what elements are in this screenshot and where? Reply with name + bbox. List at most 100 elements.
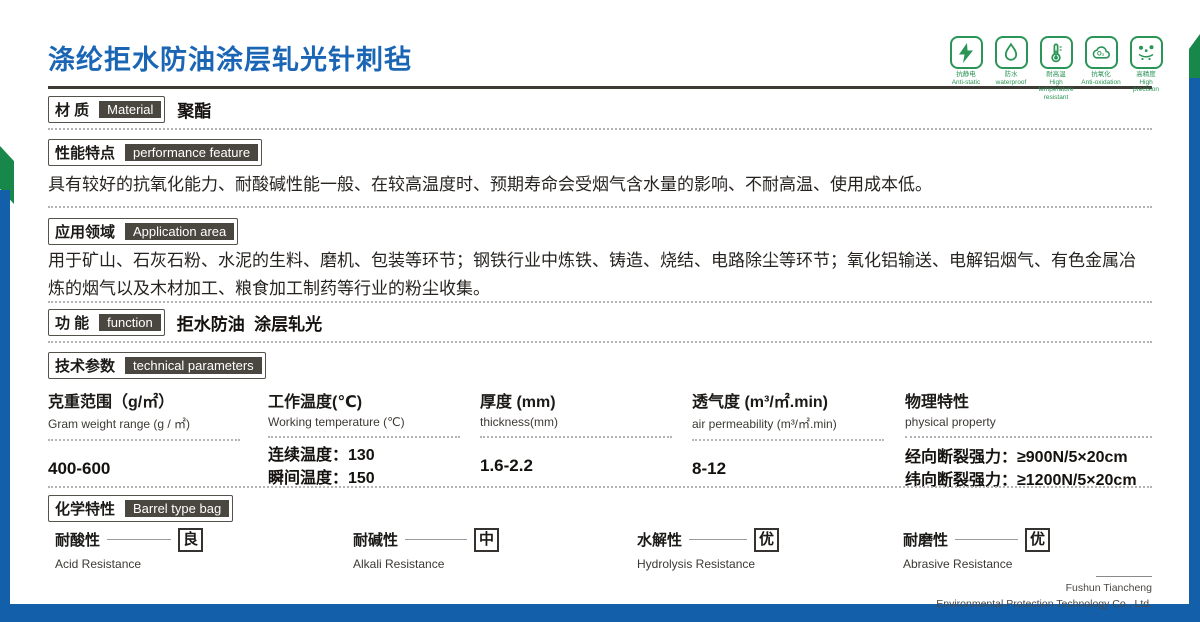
high-precision-icon xyxy=(1129,36,1163,69)
footer-company: Fushun Tiancheng Environmental Protectio… xyxy=(936,581,1152,613)
anti-static-icon xyxy=(949,36,983,69)
feature-icons-row: 抗静电 Anti-static 防水 waterproof 耐高温 High t… xyxy=(946,36,1166,101)
chem-connector-line xyxy=(955,539,1018,541)
tech-value: 1.6-2.2 xyxy=(480,456,533,475)
tech-value: 经向断裂强力：≥900N/5×20cm xyxy=(905,449,1128,466)
feature-label-en: waterproof xyxy=(995,78,1027,86)
feature-label-zh: 抗静电 xyxy=(956,71,976,78)
tech-col-values: 1.6-2.2 xyxy=(480,454,672,479)
tech-col-title: 克重范围（g/㎡） xyxy=(48,394,175,411)
dotted-divider xyxy=(480,436,672,438)
chem-name-en: Alkali Resistance xyxy=(353,556,445,571)
tech-col-title: 物理特性 xyxy=(905,394,970,411)
dotted-divider xyxy=(268,436,460,438)
tech-col-thickness: 厚度 (mm) thickness(mm) 1.6-2.2 xyxy=(480,388,672,479)
feature-high-precision: 高精度 High precision xyxy=(1126,36,1166,101)
tech-col-values: 8-12 xyxy=(692,457,884,482)
chem-grade-badge: 良 xyxy=(177,528,203,552)
chemical-label-zh: 化学特性 xyxy=(55,501,116,518)
tech-col-title: 工作温度(℃) xyxy=(268,394,363,411)
tech-col-subtitle: Working temperature (℃) xyxy=(268,415,405,429)
tech-col-title: 厚度 (mm) xyxy=(480,394,556,411)
tech-value: 400-600 xyxy=(48,459,111,478)
chem-name-en: Acid Resistance xyxy=(55,556,142,571)
footer-divider xyxy=(1096,576,1152,577)
material-value: 聚酯 xyxy=(177,102,212,121)
section-technical: 技术参数 technical parameters xyxy=(48,352,266,379)
technical-label-zh: 技术参数 xyxy=(55,358,116,375)
tech-col-physical-property: 物理特性 physical property 经向断裂强力：≥900N/5×20… xyxy=(905,388,1152,492)
tech-col-gram-weight: 克重范围（g/㎡） Gram weight range (g / ㎡) 400-… xyxy=(48,388,240,482)
chem-name: 水解性 xyxy=(637,532,683,550)
dotted-divider xyxy=(692,439,884,441)
tech-col-subtitle: Gram weight range (g / ㎡) xyxy=(48,417,191,431)
chem-connector-line xyxy=(107,539,171,541)
chem-name: 耐磨性 xyxy=(903,532,949,550)
chem-name: 耐碱性 xyxy=(353,532,399,550)
dotted-divider xyxy=(48,341,1152,343)
right-green-accent xyxy=(1189,34,1200,84)
chemical-label: 化学特性 Barrel type bag xyxy=(48,495,234,522)
tech-col-air-permeability: 透气度 (m³/㎡.min) air permeability (m³/㎡.mi… xyxy=(692,388,884,482)
application-text: 用于矿山、石灰石粉、水泥的生料、磨机、包装等环节；钢铁行业中炼铁、铸造、烧结、电… xyxy=(48,251,1136,298)
application-label-en: Application area xyxy=(125,223,235,240)
chem-grade-badge: 中 xyxy=(473,528,499,552)
left-blue-stripe xyxy=(0,190,10,622)
function-value: 拒水防油 涂层轧光 xyxy=(176,315,323,334)
dotted-divider xyxy=(48,206,1152,208)
function-label-zh: 功 能 xyxy=(55,315,90,332)
application-label: 应用领域 Application area xyxy=(48,218,239,245)
chem-grade-badge: 优 xyxy=(753,528,779,552)
function-label-en: function xyxy=(99,314,161,331)
tech-col-working-temperature: 工作温度(℃) Working temperature (℃) 连续温度：130… xyxy=(268,388,460,490)
chem-connector-line xyxy=(405,539,467,541)
material-label-en: Material xyxy=(99,101,162,118)
feature-label-zh: 耐高温 xyxy=(1046,71,1066,78)
chem-connector-line xyxy=(689,539,747,541)
chem-name-en: Abrasive Resistance xyxy=(903,556,1013,571)
waterproof-icon xyxy=(994,36,1028,69)
feature-label-zh: 抗氧化 xyxy=(1091,71,1111,78)
right-blue-stripe xyxy=(1189,78,1200,622)
section-performance: 性能特点 performance feature xyxy=(48,139,263,166)
dotted-divider xyxy=(48,486,1152,488)
tech-col-subtitle: thickness(mm) xyxy=(480,415,559,429)
page-title: 涤纶拒水防油涂层轧光针刺毡 xyxy=(48,45,412,75)
high-temperature-icon xyxy=(1039,36,1073,69)
tech-col-title: 透气度 (m³/㎡.min) xyxy=(692,394,828,411)
feature-label-zh: 防水 xyxy=(1004,71,1018,78)
feature-high-temperature: 耐高温 High temperature resistant xyxy=(1036,36,1076,101)
dotted-divider xyxy=(905,436,1152,438)
performance-label-en: performance feature xyxy=(125,144,259,161)
feature-label-en: High precision xyxy=(1132,78,1159,94)
dotted-divider xyxy=(48,301,1152,303)
tech-value: 连续温度：130 xyxy=(268,447,375,464)
performance-label-zh: 性能特点 xyxy=(55,145,116,162)
section-function: 功 能 function 拒水防油 涂层轧光 xyxy=(48,309,322,336)
chem-item-alkali: 耐碱性 中 Alkali Resistance xyxy=(353,528,499,571)
tech-col-values: 400-600 xyxy=(48,457,240,482)
chem-item-acid: 耐酸性 良 Acid Resistance xyxy=(55,528,203,571)
chem-name: 耐酸性 xyxy=(55,532,101,550)
application-label-zh: 应用领域 xyxy=(55,224,116,241)
feature-label-en: Anti-static xyxy=(951,78,981,86)
technical-label-en: technical parameters xyxy=(125,357,262,374)
feature-waterproof: 防水 waterproof xyxy=(991,36,1031,101)
section-application: 应用领域 Application area xyxy=(48,218,239,245)
chem-name-en: Hydrolysis Resistance xyxy=(637,556,756,571)
chem-item-hydrolysis: 水解性 优 Hydrolysis Resistance xyxy=(637,528,779,571)
tech-col-subtitle: physical property xyxy=(905,415,996,429)
anti-oxidation-icon: O₂ xyxy=(1084,36,1118,69)
material-label: 材 质 Material xyxy=(48,96,166,123)
feature-label-en: Anti-oxidation xyxy=(1081,78,1121,86)
tech-col-subtitle: air permeability (m³/㎡.min) xyxy=(692,417,837,431)
tech-col-values: 连续温度：130 瞬间温度：150 xyxy=(268,444,460,490)
feature-anti-static: 抗静电 Anti-static xyxy=(946,36,986,101)
tech-value: 8-12 xyxy=(692,459,727,478)
dotted-divider xyxy=(48,439,240,441)
feature-label-en: High temperature resistant xyxy=(1038,78,1074,101)
feature-anti-oxidation: O₂ 抗氧化 Anti-oxidation xyxy=(1081,36,1121,101)
svg-text:O₂: O₂ xyxy=(1097,51,1105,57)
tech-value: 纬向断裂强力：≥1200N/5×20cm xyxy=(905,472,1137,490)
section-chemical: 化学特性 Barrel type bag xyxy=(48,495,234,522)
